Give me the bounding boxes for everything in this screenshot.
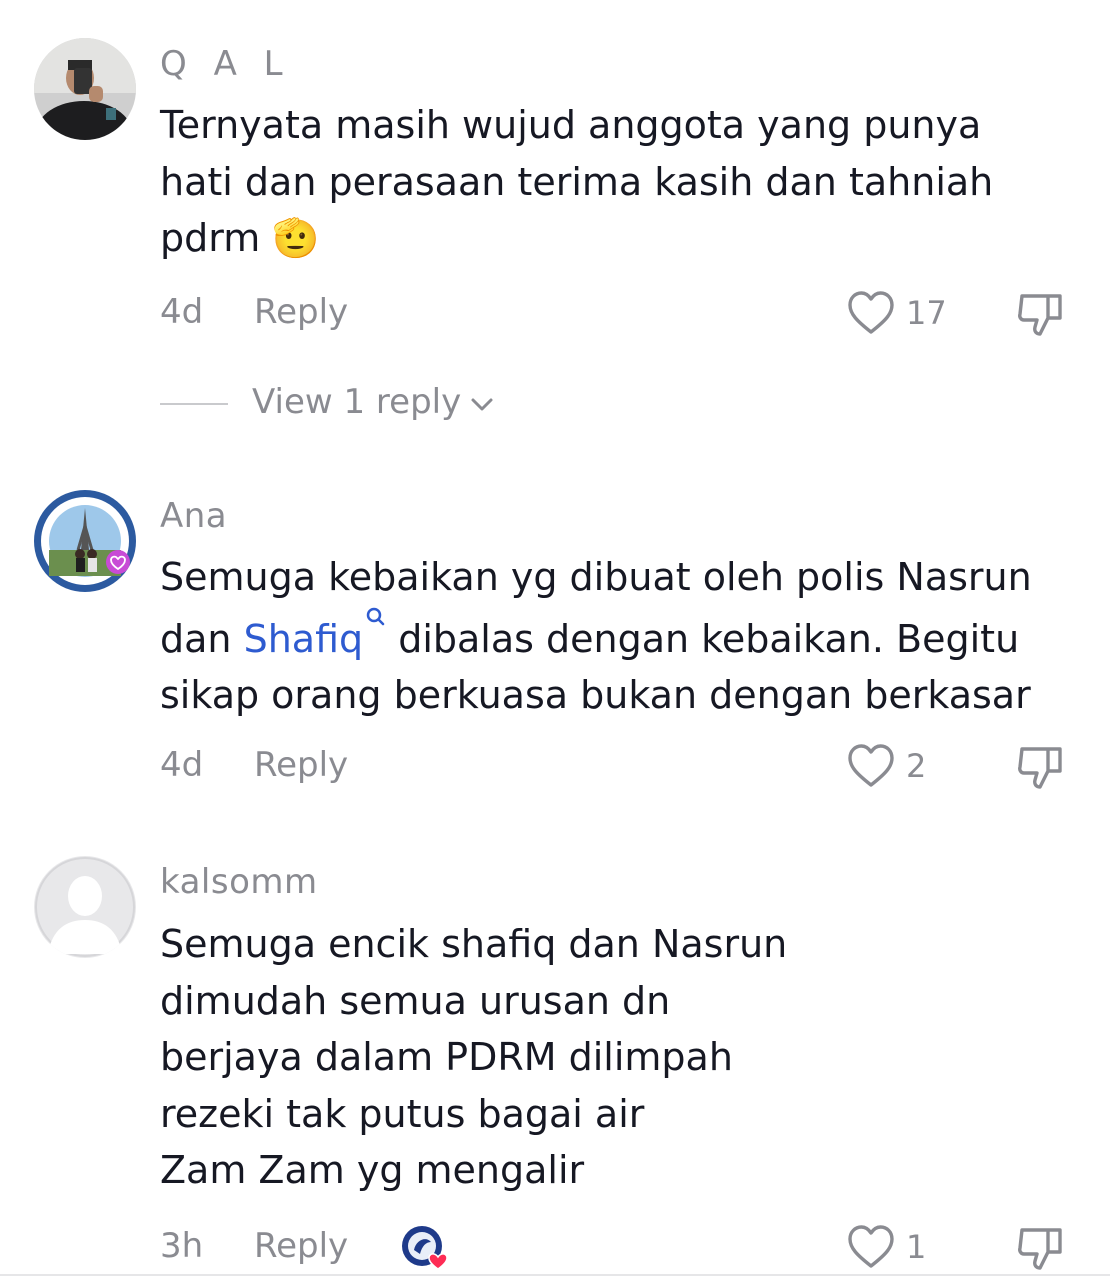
avatar[interactable] (34, 38, 136, 140)
comment-text-line: sikap orang berkuasa bukan dengan berkas… (160, 673, 1031, 717)
comment-text: Ternyata masih wujud anggota yang punya … (160, 97, 1090, 267)
view-replies-label: View 1 reply (252, 382, 462, 422)
divider-line (160, 403, 228, 405)
comment-text-word: pdrm (160, 216, 261, 260)
comment-text-line: berjaya dalam PDRM dilimpah (160, 1035, 733, 1079)
dislike-icon[interactable] (1016, 1224, 1066, 1272)
comment-time: 3h (160, 1226, 204, 1266)
mention-link[interactable]: Shafiq (244, 617, 364, 661)
avatar[interactable] (34, 856, 136, 958)
heart-icon[interactable] (847, 290, 895, 336)
comment-username[interactable]: Ana (160, 496, 227, 536)
comment-text-line: Semuga kebaikan yg dibuat oleh polis Nas… (160, 555, 1032, 599)
search-icon[interactable] (366, 606, 386, 630)
dislike-icon[interactable] (1016, 290, 1066, 338)
heart-icon[interactable] (847, 743, 895, 789)
comment-time: 4d (160, 292, 204, 332)
comment-text: Semuga kebaikan yg dibuat oleh polis Nas… (160, 549, 1090, 724)
heart-icon[interactable] (847, 1224, 895, 1270)
comment-time: 4d (160, 745, 204, 785)
comment-text-line: Zam Zam yg mengalir (160, 1148, 585, 1192)
comment-username[interactable]: Q A L (160, 44, 291, 84)
comment-text-line: Semuga encik shafiq dan Nasrun (160, 922, 788, 966)
creator-liked-badge-icon (402, 1226, 448, 1270)
comment-text-line: rezeki tak putus bagai air (160, 1091, 645, 1136)
reply-button[interactable]: Reply (254, 292, 348, 332)
avatar[interactable] (34, 490, 136, 592)
comment-text-segment: dibalas dengan kebaikan. Begitu (386, 616, 1020, 661)
comment-text-segment: dan (160, 616, 244, 661)
dislike-icon[interactable] (1016, 743, 1066, 791)
reply-button[interactable]: Reply (254, 1226, 348, 1266)
comment-text-line: Ternyata masih wujud anggota yang punya (160, 103, 982, 147)
comment-text-line: dimudah semua urusan dn (160, 978, 671, 1023)
comment-text-line: dan Shafiq dibalas dengan kebaikan. Begi… (160, 606, 1090, 668)
saluting-face-icon: 🫡 (272, 216, 320, 260)
comment-text-line: hati dan perasaan terima kasih dan tahni… (160, 159, 994, 204)
comment-text: Semuga encik shafiq dan Nasrun dimudah s… (160, 916, 1090, 1199)
like-count: 17 (906, 294, 947, 332)
comment-username[interactable]: kalsomm (160, 862, 318, 902)
comment-text-line: pdrm 🫡 (160, 210, 1090, 267)
reply-button[interactable]: Reply (254, 745, 348, 785)
like-count: 2 (906, 747, 927, 785)
like-count: 1 (906, 1228, 927, 1266)
bottom-divider (0, 1274, 1110, 1276)
chevron-down-icon (471, 398, 493, 411)
